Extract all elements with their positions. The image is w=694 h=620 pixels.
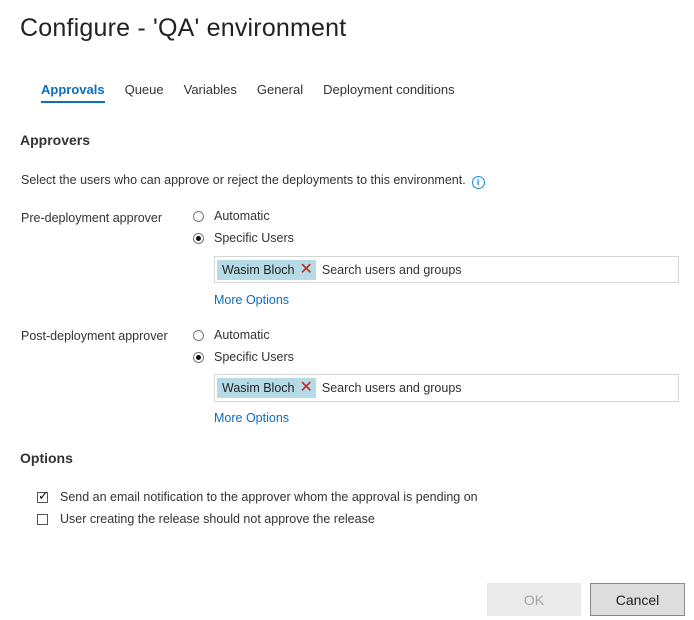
pre-automatic-option[interactable]: Automatic xyxy=(193,209,270,223)
tab-bar: Approvals Queue Variables General Deploy… xyxy=(41,82,475,103)
post-approver-picker[interactable]: Wasim Bloch ✕ xyxy=(214,374,679,402)
email-notification-option[interactable]: Send an email notification to the approv… xyxy=(37,488,478,504)
dialog-title: Configure - 'QA' environment xyxy=(20,14,347,42)
creator-not-approve-label: User creating the release should not app… xyxy=(60,512,375,526)
tab-general[interactable]: General xyxy=(257,82,303,103)
post-specific-users-radio[interactable] xyxy=(193,351,204,363)
post-specific-users-option[interactable]: Specific Users xyxy=(193,350,294,364)
post-approver-chip-name: Wasim Bloch xyxy=(222,381,295,395)
email-notification-label: Send an email notification to the approv… xyxy=(60,490,478,504)
ok-button[interactable]: OK xyxy=(487,583,581,616)
creator-not-approve-checkbox[interactable] xyxy=(37,513,48,525)
remove-icon[interactable]: ✕ xyxy=(299,380,312,396)
pre-deployment-label: Pre-deployment approver xyxy=(21,211,163,225)
pre-approver-chip-name: Wasim Bloch xyxy=(222,262,295,277)
tab-approvals[interactable]: Approvals xyxy=(41,82,105,103)
post-automatic-label: Automatic xyxy=(214,328,270,342)
pre-automatic-label: Automatic xyxy=(214,209,270,223)
info-icon[interactable]: i xyxy=(471,176,485,189)
post-automatic-radio[interactable] xyxy=(193,329,204,341)
approvers-heading: Approvers xyxy=(20,132,91,148)
tab-deployment-conditions[interactable]: Deployment conditions xyxy=(323,82,455,103)
approvers-description-text: Select the users who can approve or reje… xyxy=(21,173,466,187)
pre-specific-users-radio[interactable] xyxy=(193,232,204,244)
remove-icon[interactable]: ✕ xyxy=(299,261,312,278)
post-deployment-label: Post-deployment approver xyxy=(21,329,168,343)
post-approver-search-input[interactable] xyxy=(319,380,624,396)
pre-approver-picker[interactable]: Wasim Bloch ✕ xyxy=(214,256,679,283)
tab-variables[interactable]: Variables xyxy=(184,82,237,103)
pre-automatic-radio[interactable] xyxy=(193,210,204,222)
post-more-options-link[interactable]: More Options xyxy=(214,411,289,425)
post-approver-chip: Wasim Bloch ✕ xyxy=(217,378,316,398)
options-heading: Options xyxy=(20,450,73,466)
pre-approver-search-input[interactable] xyxy=(319,261,624,278)
pre-specific-users-label: Specific Users xyxy=(214,231,294,245)
pre-more-options-link[interactable]: More Options xyxy=(214,293,289,307)
tab-queue[interactable]: Queue xyxy=(125,82,164,103)
cancel-button[interactable]: Cancel xyxy=(590,583,685,616)
post-automatic-option[interactable]: Automatic xyxy=(193,328,270,342)
email-notification-checkbox[interactable] xyxy=(37,488,49,504)
approvers-description: Select the users who can approve or reje… xyxy=(21,173,485,189)
pre-specific-users-option[interactable]: Specific Users xyxy=(193,231,294,245)
creator-not-approve-option[interactable]: User creating the release should not app… xyxy=(37,512,375,526)
pre-approver-chip: Wasim Bloch ✕ xyxy=(217,259,316,280)
post-specific-users-label: Specific Users xyxy=(214,350,294,364)
